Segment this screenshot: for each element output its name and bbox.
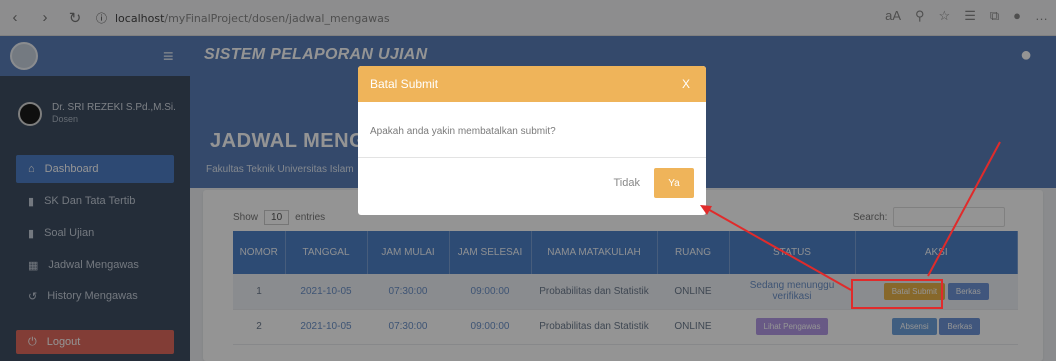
- arrow-line: [927, 141, 1001, 277]
- annotation-arrows: [700, 141, 1001, 291]
- arrow-line: [705, 207, 852, 291]
